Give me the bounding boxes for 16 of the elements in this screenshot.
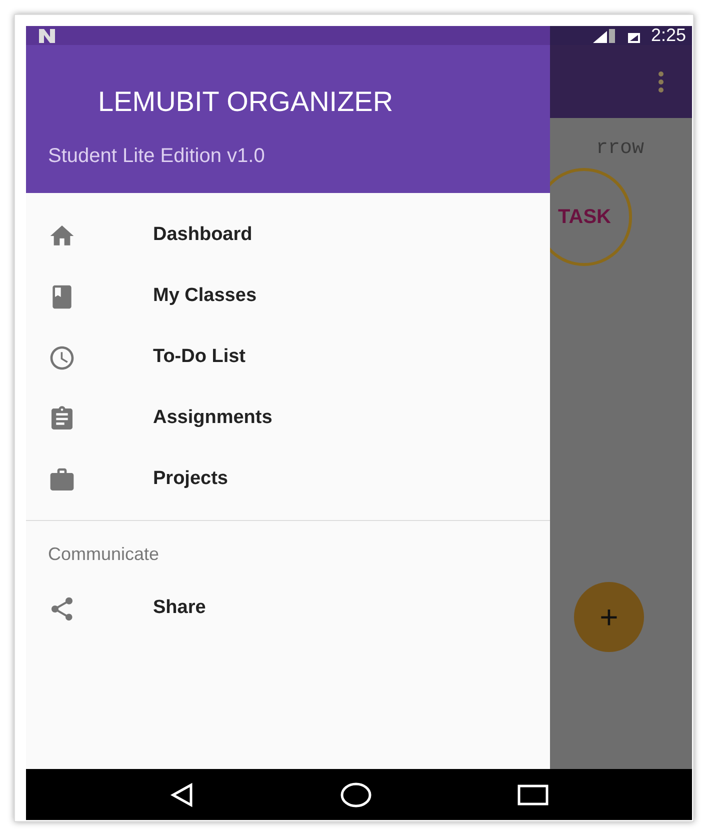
status-time: 2:25 [650,26,686,47]
more-options-icon[interactable] [658,70,664,92]
briefcase-icon [48,466,76,494]
drawer-item[interactable]: My Classes [26,266,550,327]
app-subtitle: Student Lite Edition v1.0 [48,144,266,169]
drawer-item[interactable]: Projects [26,449,550,510]
back-icon[interactable] [168,782,195,808]
drawer-item[interactable]: Assignments [26,388,550,449]
app-title: LEMUBIT ORGANIZER [98,85,394,119]
drawer-item[interactable]: To-Do List [26,327,550,388]
home-circle-icon[interactable] [340,782,372,808]
notification-icon [38,28,56,42]
recents-icon[interactable] [517,782,550,806]
clock-icon [48,344,76,372]
drawer-item[interactable]: Share [26,578,550,639]
section-heading: Communicate [48,543,160,566]
